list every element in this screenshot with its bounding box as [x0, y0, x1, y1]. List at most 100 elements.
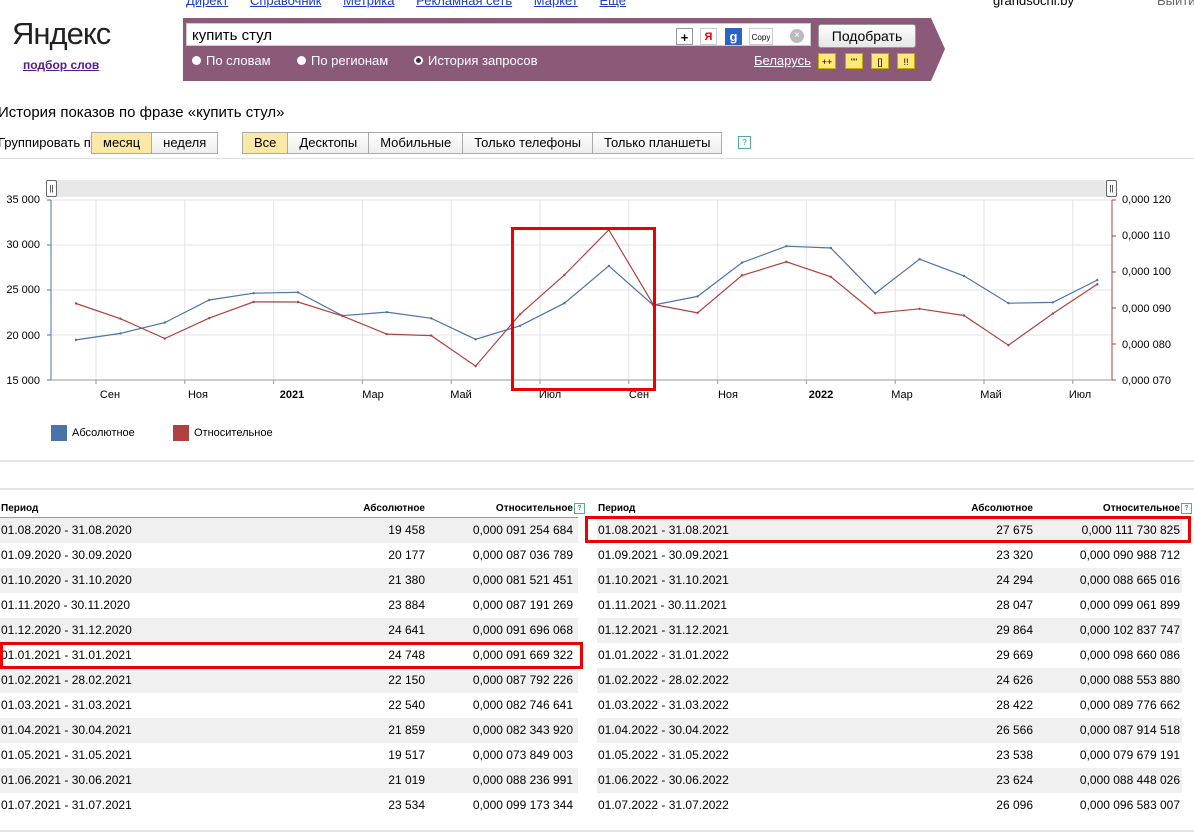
- data-point: [119, 317, 122, 320]
- divider: [0, 488, 1194, 490]
- table-row: 01.09.2021 - 30.09.2021 23 320 0,000 090 9…: [597, 543, 1182, 568]
- header-period[interactable]: Период: [598, 500, 635, 517]
- yandex-logo[interactable]: Яндекс: [12, 16, 111, 52]
- group-week-button[interactable]: неделя: [152, 133, 218, 153]
- clear-icon[interactable]: ×: [790, 29, 804, 43]
- cell-period: 01.03.2022 - 31.03.2022: [598, 698, 729, 712]
- table-row: 01.05.2021 - 31.05.2021 19 517 0,000 073 8…: [0, 743, 578, 768]
- header-relative[interactable]: Относительное: [1103, 500, 1180, 517]
- top-link-reference[interactable]: Справочник: [250, 0, 322, 8]
- cell-relative: 0,000 087 191 269: [472, 598, 573, 612]
- cell-period: 01.11.2020 - 30.11.2020: [1, 598, 130, 612]
- device-tablets-button[interactable]: Только планшеты: [593, 133, 722, 153]
- help-icon[interactable]: ?: [574, 503, 585, 514]
- x-tick: Сен: [99, 389, 121, 401]
- table-row: 01.11.2021 - 30.11.2021 28 047 0,000 099 0…: [597, 593, 1182, 618]
- legend-label: Абсолютное: [72, 426, 135, 439]
- search-query-text[interactable]: купить стул: [192, 27, 272, 44]
- header-absolute[interactable]: Абсолютное: [971, 500, 1033, 517]
- radio-by-regions[interactable]: По регионам: [297, 53, 388, 68]
- table-row: 01.12.2021 - 31.12.2021 29 864 0,000 102 8…: [597, 618, 1182, 643]
- data-point: [430, 334, 433, 337]
- region-link[interactable]: Беларусь: [754, 53, 811, 68]
- table-row: 01.02.2021 - 28.02.2021 22 150 0,000 087 7…: [0, 668, 578, 693]
- data-point: [874, 292, 877, 295]
- header-relative[interactable]: Относительное: [496, 500, 573, 517]
- x-tick: 2022: [808, 389, 834, 401]
- cell-period: 01.04.2021 - 30.04.2021: [1, 723, 132, 737]
- cell-period: 01.08.2020 - 31.08.2020: [1, 523, 132, 537]
- operator-exclaim-button[interactable]: !!: [897, 53, 915, 69]
- x-tick: Ноя: [717, 389, 739, 401]
- y-left-tick: 35 000: [6, 194, 40, 206]
- device-phones-button[interactable]: Только телефоны: [463, 133, 594, 153]
- y-right-tick: 0,000 070: [1122, 375, 1171, 387]
- wordstat-link[interactable]: подбор слов: [23, 58, 99, 72]
- data-point: [829, 275, 832, 279]
- data-point: [962, 314, 966, 317]
- divider: [0, 158, 1194, 159]
- data-point: [1007, 301, 1010, 305]
- copy-icon[interactable]: Copy: [749, 28, 773, 45]
- data-point: [740, 274, 744, 277]
- help-icon[interactable]: ?: [738, 136, 751, 149]
- legend-absolute[interactable]: Абсолютное: [51, 425, 135, 441]
- cell-absolute: 22 540: [388, 698, 425, 712]
- yandex-search-icon[interactable]: Я: [700, 28, 717, 45]
- cell-relative: 0,000 087 036 789: [472, 548, 573, 562]
- data-point: [296, 291, 300, 294]
- top-link-market[interactable]: Маркет: [534, 0, 578, 8]
- data-point: [119, 332, 122, 335]
- cell-period: 01.11.2021 - 30.11.2021: [598, 598, 727, 612]
- data-point: [918, 258, 921, 261]
- google-search-icon[interactable]: g: [725, 28, 742, 45]
- table-row: 01.10.2020 - 31.10.2020 21 380 0,000 081 5…: [0, 568, 578, 593]
- divider: [0, 830, 1194, 832]
- top-link-more[interactable]: Ещё: [599, 0, 626, 8]
- table-row: 01.02.2022 - 28.02.2022 24 626 0,000 088 5…: [597, 668, 1182, 693]
- data-point: [208, 298, 211, 302]
- cell-absolute: 21 380: [388, 573, 425, 587]
- cell-relative: 0,000 099 173 344: [472, 798, 573, 812]
- data-point: [696, 295, 699, 298]
- cell-period: 01.09.2020 - 30.09.2020: [1, 548, 132, 562]
- header-period[interactable]: Период: [1, 500, 38, 517]
- cell-period: 01.04.2022 - 30.04.2022: [598, 723, 729, 737]
- help-icon[interactable]: ?: [1181, 503, 1192, 514]
- cell-relative: 0,000 098 660 086: [1079, 648, 1180, 662]
- page-title: История показов по фразе «купить стул»: [0, 104, 285, 121]
- device-all-button[interactable]: Все: [243, 133, 289, 153]
- top-link-direct[interactable]: Директ: [186, 0, 228, 8]
- data-point: [208, 316, 211, 320]
- radio-by-words[interactable]: По словам: [192, 53, 271, 68]
- search-input[interactable]: [186, 23, 811, 46]
- data-point: [296, 300, 300, 304]
- user-login[interactable]: grandsochi.by: [993, 0, 1074, 8]
- data-point: [962, 274, 966, 278]
- top-link-metrika[interactable]: Метрика: [343, 0, 394, 8]
- table-row: 01.12.2020 - 31.12.2020 24 641 0,000 091 6…: [0, 618, 578, 643]
- cell-period: 01.10.2021 - 31.10.2021: [598, 573, 729, 587]
- operator-plus-button[interactable]: ++: [818, 53, 836, 69]
- table-row: 01.03.2021 - 31.03.2021 22 540 0,000 082 7…: [0, 693, 578, 718]
- cell-relative: 0,000 096 583 007: [1079, 798, 1180, 812]
- legend-relative[interactable]: Относительное: [173, 425, 273, 441]
- group-month-button[interactable]: месяц: [92, 133, 153, 153]
- operator-brackets-button[interactable]: []: [871, 53, 889, 69]
- x-tick: Мар: [891, 389, 913, 401]
- top-link-ad-network[interactable]: Рекламная сеть: [416, 0, 512, 8]
- cell-absolute: 26 566: [996, 723, 1033, 737]
- data-point: [474, 364, 477, 368]
- search-panel-arrow: [931, 18, 945, 81]
- stats-table-right: Период Абсолютное Относительное? 01.08.2021…: [597, 500, 1192, 818]
- radio-history[interactable]: История запросов: [414, 53, 538, 68]
- device-desktop-button[interactable]: Десктопы: [288, 133, 370, 153]
- header-absolute[interactable]: Абсолютное: [363, 500, 425, 517]
- plus-icon[interactable]: +: [676, 28, 693, 45]
- logout-link[interactable]: Выйти: [1157, 0, 1194, 8]
- device-mobile-button[interactable]: Мобильные: [369, 133, 464, 153]
- cell-absolute: 19 517: [388, 748, 425, 762]
- data-point: [1096, 283, 1099, 286]
- find-button[interactable]: Подобрать: [818, 24, 916, 48]
- operator-quotes-button[interactable]: "": [845, 53, 863, 69]
